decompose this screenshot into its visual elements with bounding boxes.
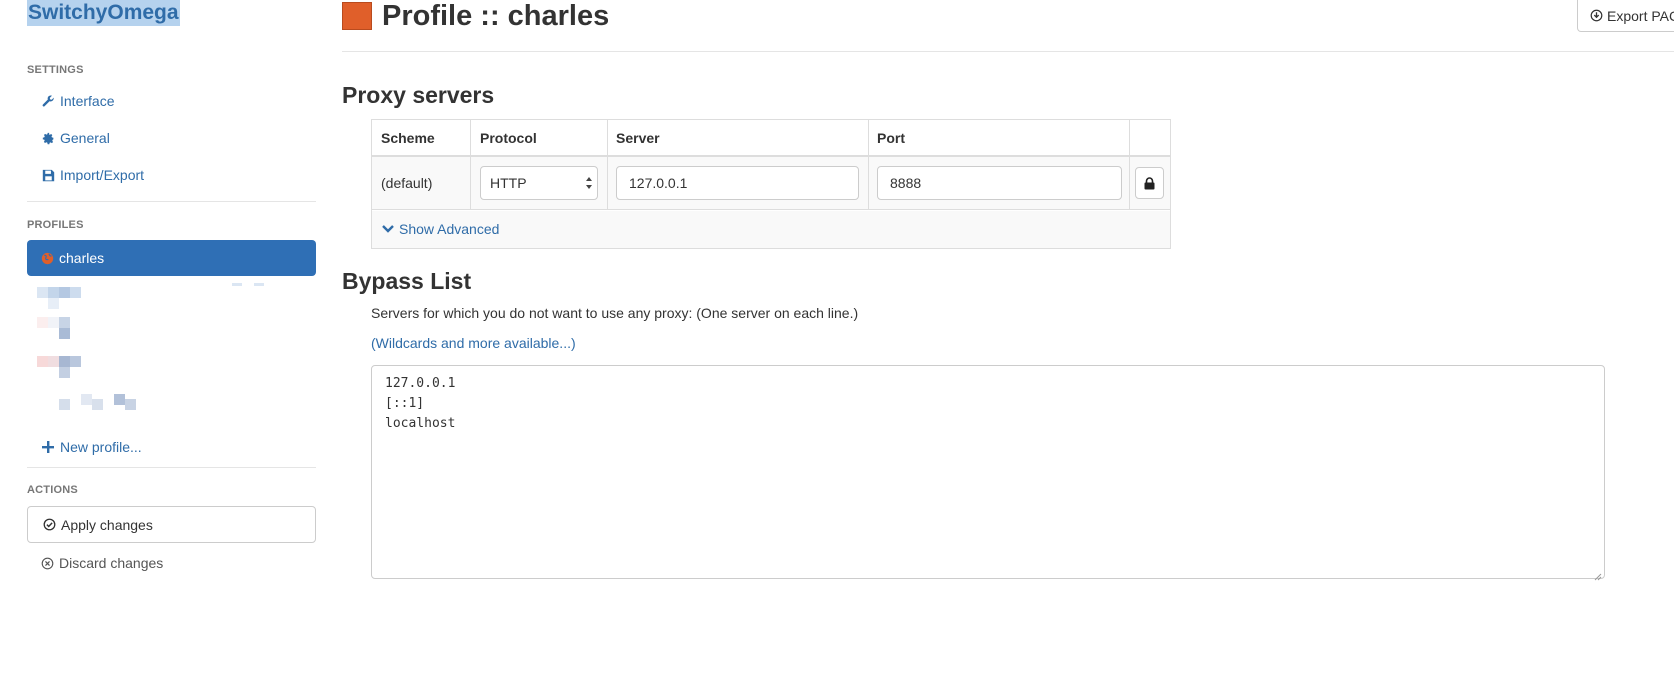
column-header-server: Server — [616, 130, 660, 146]
wrench-icon — [41, 94, 55, 108]
protocol-value: HTTP — [490, 175, 527, 191]
show-advanced-label: Show Advanced — [399, 221, 500, 237]
bypass-list-title: Bypass List — [342, 268, 472, 294]
bypass-description: Servers for which you do not want to use… — [371, 305, 859, 321]
table-header: Scheme Protocol Server Port — [372, 120, 1170, 157]
export-label: Export PAC — [1607, 7, 1674, 24]
column-divider — [470, 120, 471, 210]
protocol-select[interactable]: HTTP — [480, 166, 598, 200]
redacted-profile-item[interactable] — [37, 356, 157, 378]
sidebar-item-label: General — [60, 130, 110, 146]
page-header: Profile :: charles — [342, 0, 609, 32]
new-profile-link[interactable]: New profile... — [41, 437, 142, 457]
download-icon — [1590, 9, 1603, 22]
column-header-protocol: Protocol — [480, 130, 537, 146]
settings-header: SETTINGS — [27, 64, 84, 76]
column-divider — [868, 120, 869, 210]
globe-icon — [41, 252, 54, 265]
select-arrows-icon — [585, 175, 593, 191]
column-header-port: Port — [877, 130, 905, 146]
sidebar-item-interface[interactable]: Interface — [41, 91, 114, 111]
chevron-down-icon — [382, 224, 394, 234]
page-title: Profile :: charles — [382, 0, 610, 32]
show-advanced-link[interactable]: Show Advanced — [382, 221, 499, 237]
apply-label: Apply changes — [61, 516, 153, 533]
server-input[interactable]: 127.0.0.1 — [616, 166, 859, 200]
lock-icon — [1144, 176, 1155, 190]
discard-changes-button[interactable]: Discard changes — [41, 553, 163, 573]
app-brand[interactable]: SwitchyOmega — [27, 0, 180, 26]
column-divider — [1129, 120, 1130, 210]
auth-lock-button[interactable] — [1135, 167, 1164, 199]
header-divider — [342, 51, 1674, 52]
sidebar: SwitchyOmega SETTINGS Interface General … — [0, 0, 320, 688]
table-row: (default) HTTP 127.0.0.1 8888 — [372, 157, 1170, 210]
sidebar-item-label: Interface — [60, 93, 115, 109]
actions-header: ACTIONS — [27, 484, 78, 496]
column-header-scheme: Scheme — [381, 130, 435, 146]
discard-label: Discard changes — [59, 555, 164, 571]
sidebar-item-charles[interactable]: charles — [27, 240, 316, 276]
floppy-disk-icon — [41, 168, 55, 182]
wildcards-link[interactable]: (Wildcards and more available...) — [371, 335, 576, 351]
redacted-profile-item[interactable] — [37, 283, 264, 309]
proxy-table: Scheme Protocol Server Port (default) HT… — [371, 119, 1171, 249]
port-input[interactable]: 8888 — [877, 166, 1122, 200]
proxy-servers-title: Proxy servers — [342, 82, 495, 108]
sidebar-divider — [27, 201, 316, 202]
redacted-profile-item[interactable] — [37, 394, 157, 416]
profiles-header: PROFILES — [27, 219, 84, 231]
port-value: 8888 — [890, 175, 922, 191]
check-circle-icon — [43, 518, 56, 531]
redacted-profile-item[interactable] — [37, 317, 157, 339]
bypass-list-content: 127.0.0.1 [::1] localhost — [385, 376, 456, 431]
apply-changes-button[interactable]: Apply changes — [27, 506, 316, 543]
profile-color-swatch[interactable] — [342, 2, 372, 30]
close-circle-icon — [41, 557, 54, 570]
sidebar-item-import-export[interactable]: Import/Export — [41, 165, 144, 185]
scheme-cell: (default) — [381, 175, 433, 191]
gear-icon — [41, 131, 55, 145]
sidebar-item-general[interactable]: General — [41, 128, 110, 148]
table-footer: Show Advanced — [372, 211, 1170, 248]
column-divider — [607, 120, 608, 210]
server-value: 127.0.0.1 — [629, 175, 688, 191]
resize-grip-icon[interactable] — [1594, 568, 1602, 581]
new-profile-label: New profile... — [60, 439, 142, 455]
sidebar-divider — [27, 467, 316, 468]
sidebar-item-label: Import/Export — [60, 167, 145, 183]
bypass-list-textarea[interactable]: 127.0.0.1 [::1] localhost — [371, 365, 1605, 581]
export-pac-button[interactable]: Export PAC — [1577, 0, 1674, 32]
profile-label: charles — [59, 250, 105, 266]
plus-icon — [41, 440, 55, 454]
